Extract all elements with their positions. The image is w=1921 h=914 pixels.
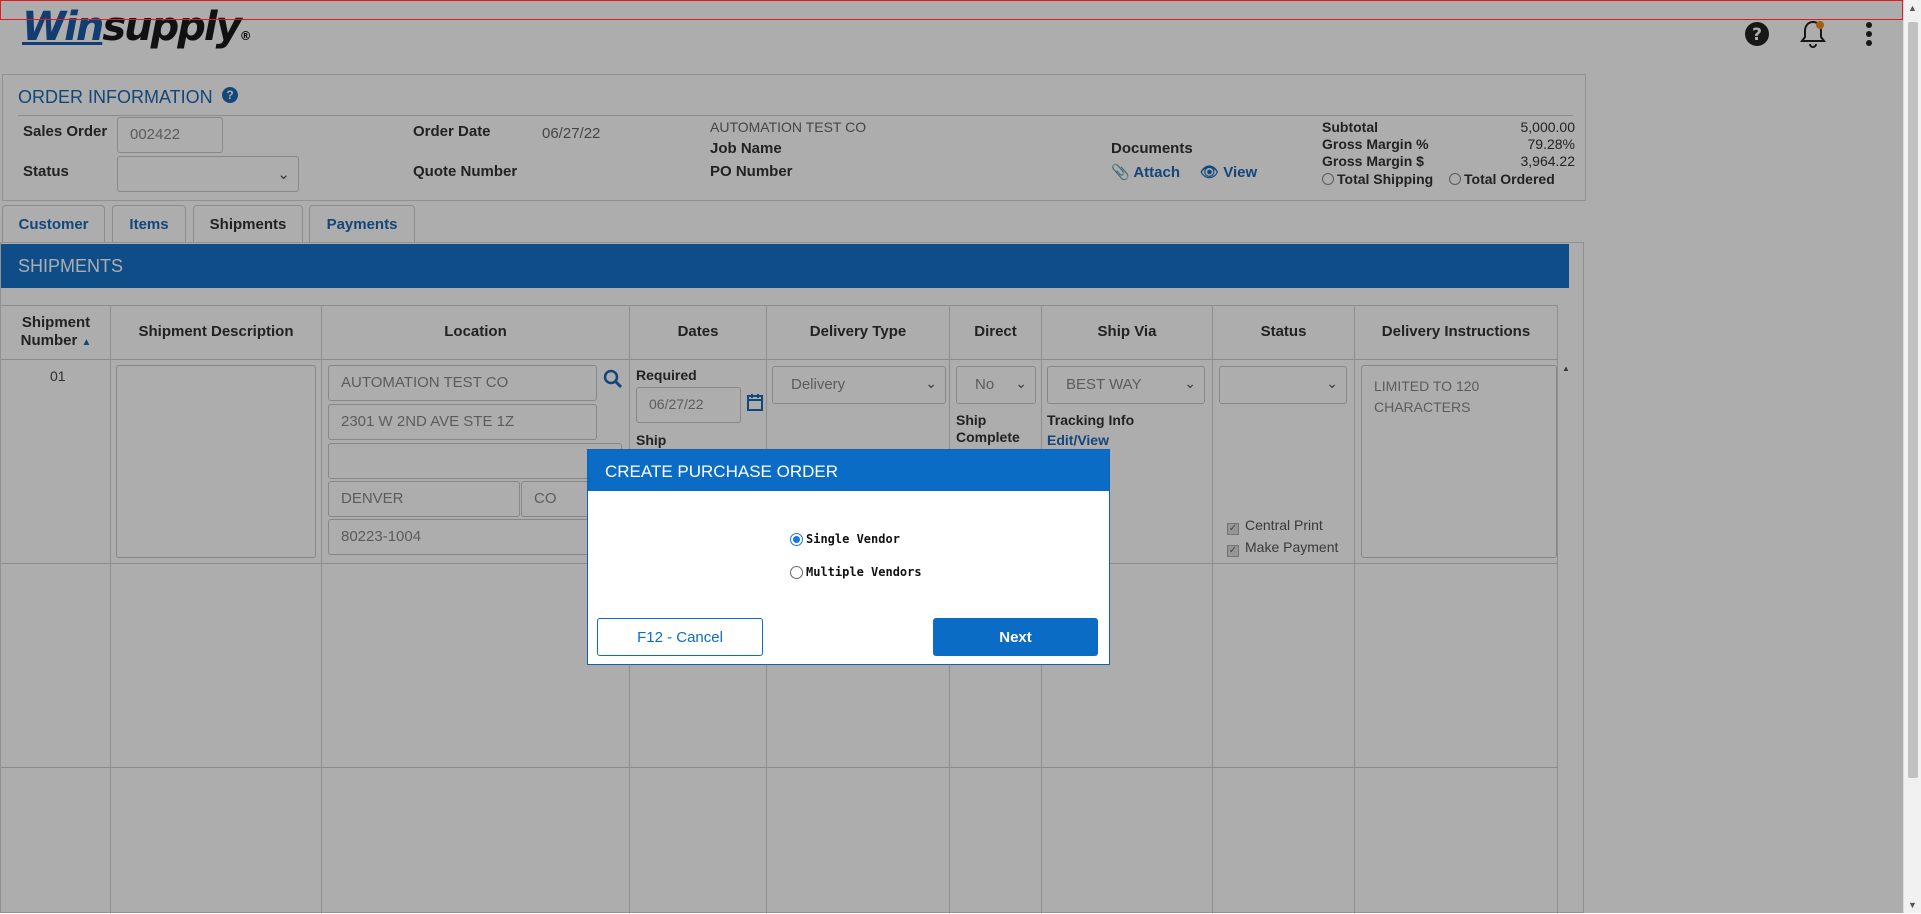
scroll-down-arrow-icon[interactable]: ▼ — [1908, 900, 1917, 910]
single-vendor-option[interactable]: Single Vendor — [790, 532, 900, 546]
dialog-title: CREATE PURCHASE ORDER — [588, 450, 1109, 491]
cancel-button[interactable]: F12 - Cancel — [597, 618, 763, 656]
scroll-up-arrow-icon[interactable]: ▲ — [1908, 3, 1917, 13]
focus-outline — [0, 0, 1903, 20]
radio-icon[interactable] — [790, 565, 803, 579]
radio-selected-icon[interactable] — [790, 532, 803, 546]
next-button[interactable]: Next — [933, 618, 1098, 656]
multiple-vendors-label: Multiple Vendors — [806, 565, 922, 579]
page-scrollbar[interactable]: ▲ ▼ — [1903, 0, 1921, 913]
scrollbar-thumb[interactable] — [1908, 22, 1918, 778]
create-purchase-order-dialog: CREATE PURCHASE ORDER Single Vendor Mult… — [587, 449, 1110, 665]
multiple-vendors-option[interactable]: Multiple Vendors — [790, 565, 922, 579]
app-window: Winsupply® ? ORDER INFORMATION ? Sales O… — [0, 0, 1903, 914]
single-vendor-label: Single Vendor — [806, 532, 900, 546]
